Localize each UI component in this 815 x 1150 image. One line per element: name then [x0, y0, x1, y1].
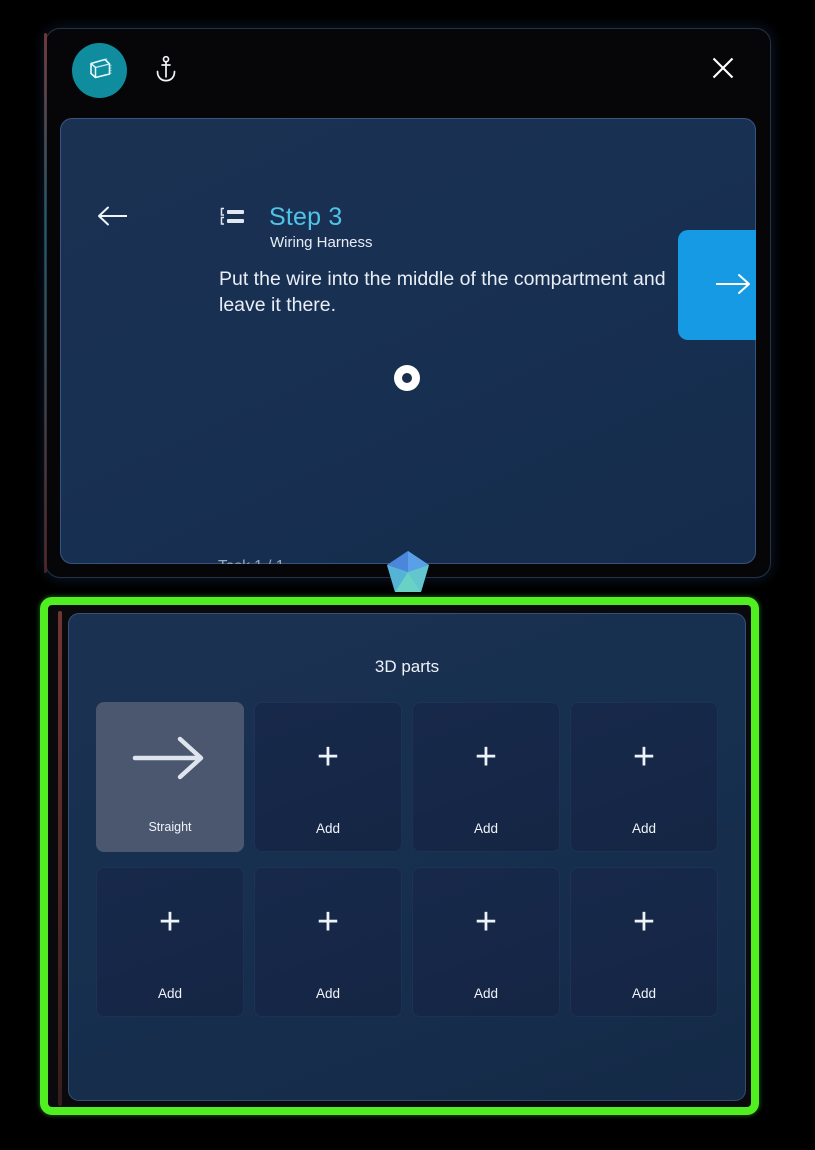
- part-tile-add-2[interactable]: + Add: [412, 702, 560, 852]
- part-tile-add-7[interactable]: + Add: [570, 867, 718, 1017]
- next-step-button[interactable]: [678, 230, 756, 340]
- instruction-content-card: Step 3 Wiring Harness Put the wire into …: [60, 118, 756, 564]
- task-counter: Task 1 / 1: [218, 558, 284, 564]
- plus-icon: +: [632, 736, 656, 778]
- window-titlebar: [46, 29, 770, 113]
- window-edge-fringe: [58, 611, 62, 1106]
- record-dot-icon: [394, 365, 420, 391]
- part-tile-label: Add: [631, 986, 657, 1001]
- plus-icon: +: [474, 901, 498, 943]
- cube-3d-icon: [85, 53, 115, 88]
- app-badge[interactable]: [72, 43, 127, 98]
- arrow-right-long-icon: [96, 702, 244, 814]
- parts-card: 3D parts Straight + Add + Add + Add + Ad…: [68, 613, 746, 1101]
- part-tile-label: Add: [315, 986, 341, 1001]
- part-tile-label: Add: [473, 821, 499, 836]
- close-icon: [710, 55, 736, 86]
- plus-icon: +: [316, 901, 340, 943]
- part-tile-label: Add: [157, 986, 183, 1001]
- part-tile-add-4[interactable]: + Add: [96, 867, 244, 1017]
- parts-panel-title: 3D parts: [374, 657, 440, 676]
- plus-icon: +: [316, 736, 340, 778]
- instruction-text: Put the wire into the middle of the comp…: [219, 268, 666, 316]
- arrow-right-icon: [711, 271, 755, 300]
- task-list-icon: [218, 202, 248, 232]
- part-tile-add-5[interactable]: + Add: [254, 867, 402, 1017]
- instruction-window: Step 3 Wiring Harness Put the wire into …: [44, 29, 770, 577]
- plus-icon: +: [632, 901, 656, 943]
- part-tile-add-1[interactable]: + Add: [254, 702, 402, 852]
- arrow-left-icon: [96, 204, 130, 233]
- part-tile-straight[interactable]: Straight: [96, 702, 244, 852]
- part-tile-add-3[interactable]: + Add: [570, 702, 718, 852]
- part-tile-label: Straight: [148, 820, 192, 834]
- anchor-button[interactable]: [148, 53, 184, 89]
- back-button[interactable]: [92, 201, 134, 235]
- close-button[interactable]: [704, 51, 742, 89]
- part-tile-label: Add: [631, 821, 657, 836]
- plus-icon: +: [474, 736, 498, 778]
- polyhedron-icon[interactable]: [381, 548, 435, 602]
- plus-icon: +: [158, 901, 182, 943]
- parts-grid: Straight + Add + Add + Add + Add + Add +…: [96, 702, 718, 1017]
- step-title: Step 3: [269, 203, 343, 231]
- step-subtitle: Wiring Harness: [270, 234, 373, 251]
- part-tile-label: Add: [473, 986, 499, 1001]
- part-tile-add-6[interactable]: + Add: [412, 867, 560, 1017]
- anchor-icon: [153, 55, 179, 88]
- parts-window: 3D parts Straight + Add + Add + Add + Ad…: [40, 597, 759, 1115]
- part-tile-label: Add: [315, 821, 341, 836]
